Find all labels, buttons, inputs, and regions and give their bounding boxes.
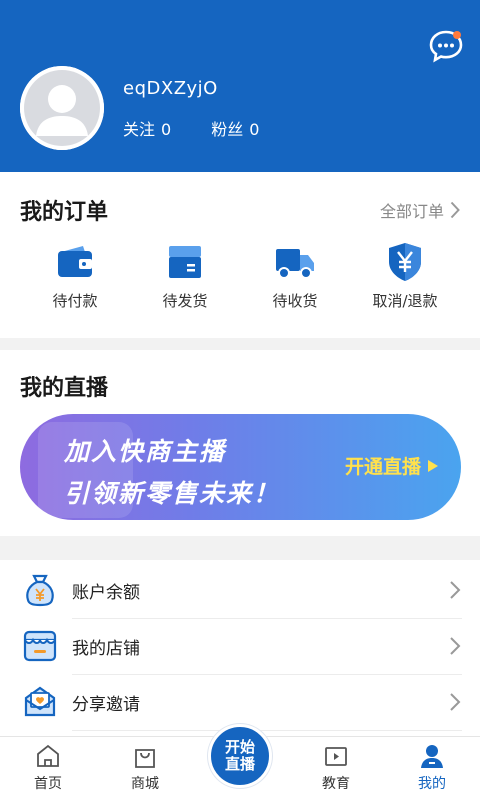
invite-envelope-icon	[24, 686, 56, 717]
play-triangle-icon	[428, 459, 438, 472]
orders-card: 我的订单 全部订单 待付款 待发货 待收货 取消/退款	[0, 172, 480, 338]
tab-education-label: 教育	[322, 776, 350, 792]
profile-header: eqDXZyjO 关注 0 粉丝 0	[0, 0, 480, 172]
become-streamer-banner[interactable]: 加入快商主播 引领新零售未来！ 开通直播	[20, 414, 461, 520]
follow-stat[interactable]: 关注 0	[123, 116, 171, 140]
truck-icon	[276, 249, 314, 279]
menu-label-my-store: 我的店铺	[72, 638, 140, 659]
tab-mall[interactable]: 商城	[110, 737, 180, 800]
menu-label-account-balance: 账户余额	[72, 582, 140, 603]
order-pending-shipment[interactable]: 待发货	[130, 240, 240, 311]
user-icon	[421, 745, 443, 768]
start-live-line2: 直播	[224, 755, 255, 773]
banner-line2: 引领新零售未来！	[64, 479, 281, 508]
chevron-right-icon	[450, 693, 461, 711]
fans-count: 0	[249, 120, 260, 139]
banner-line1: 加入快商主播	[64, 437, 227, 466]
order-pending-payment[interactable]: 待付款	[20, 240, 130, 311]
order-status-grid: 待付款 待发货 待收货 取消/退款	[0, 240, 480, 311]
live-title: 我的直播	[20, 376, 109, 401]
money-bag-icon	[26, 574, 54, 607]
message-button[interactable]	[428, 28, 464, 64]
home-icon	[37, 744, 59, 767]
all-orders-label: 全部订单	[379, 202, 444, 221]
fans-stat[interactable]: 粉丝 0	[211, 116, 259, 140]
chevron-right-icon	[450, 201, 460, 219]
order-refund-label: 取消/退款	[372, 292, 438, 310]
menu-item-share-invite[interactable]: 分享邀请	[0, 674, 480, 730]
video-book-icon	[325, 747, 347, 766]
profile-stats: 关注 0 粉丝 0	[123, 116, 259, 140]
order-pending-payment-label: 待付款	[52, 292, 98, 310]
tab-education[interactable]: 教育	[301, 737, 371, 800]
tab-mine-label: 我的	[418, 776, 446, 792]
order-refund[interactable]: 取消/退款	[350, 240, 460, 311]
tab-mall-label: 商城	[131, 776, 159, 792]
chevron-right-icon	[450, 581, 461, 599]
follow-count: 0	[161, 120, 172, 139]
wallet-icon	[58, 246, 92, 277]
all-orders-link[interactable]: 全部订单	[380, 198, 460, 222]
store-icon	[23, 630, 57, 662]
menu-item-account-balance[interactable]: 账户余额	[0, 562, 480, 618]
order-pending-shipment-label: 待发货	[162, 292, 208, 310]
username: eqDXZyjO	[123, 78, 218, 99]
menu-item-my-store[interactable]: 我的店铺	[0, 618, 480, 674]
start-live-button[interactable]: 开始 直播	[208, 724, 272, 788]
tab-home-label: 首页	[34, 776, 62, 792]
tab-home[interactable]: 首页	[13, 737, 83, 800]
open-live-label: 开通直播	[344, 456, 421, 478]
fans-label: 粉丝	[211, 120, 244, 139]
orders-title: 我的订单	[20, 200, 109, 225]
menu-label-share-invite: 分享邀请	[72, 694, 140, 715]
live-section: 我的直播 加入快商主播 引领新零售未来！ 开通直播	[0, 350, 480, 536]
chevron-right-icon	[450, 637, 461, 655]
tab-mine[interactable]: 我的	[397, 737, 467, 800]
box-icon	[169, 246, 201, 278]
divider	[72, 730, 462, 731]
order-pending-receipt-label: 待收货	[272, 292, 318, 310]
yen-shield-icon	[389, 243, 421, 281]
start-live-line1: 开始	[224, 738, 255, 756]
shopping-bag-icon	[135, 749, 155, 768]
order-pending-receipt[interactable]: 待收货	[240, 240, 350, 311]
chat-bubble-icon	[429, 30, 463, 63]
default-user-icon	[20, 66, 104, 150]
follow-label: 关注	[123, 120, 156, 139]
avatar[interactable]	[20, 66, 104, 150]
settings-menu: 账户余额 我的店铺 分享邀请	[0, 560, 480, 736]
open-live-button[interactable]: 开通直播	[345, 452, 439, 479]
